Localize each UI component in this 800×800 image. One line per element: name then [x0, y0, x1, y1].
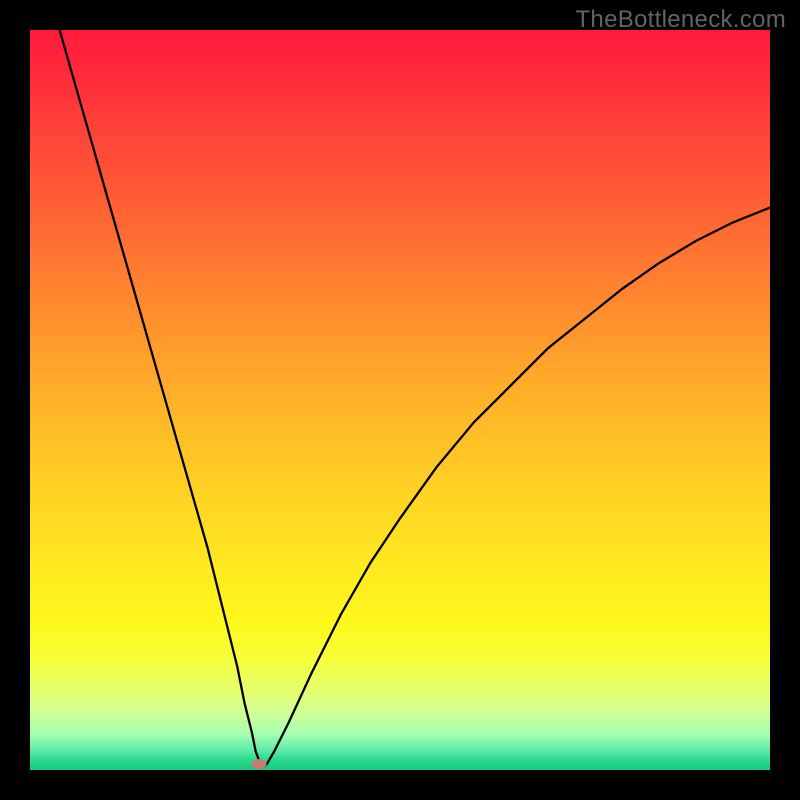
bottleneck-curve — [60, 30, 770, 767]
chart-frame: TheBottleneck.com — [0, 0, 800, 800]
optimum-marker — [252, 759, 267, 769]
plot-area — [30, 30, 770, 770]
curve-layer — [30, 30, 770, 770]
